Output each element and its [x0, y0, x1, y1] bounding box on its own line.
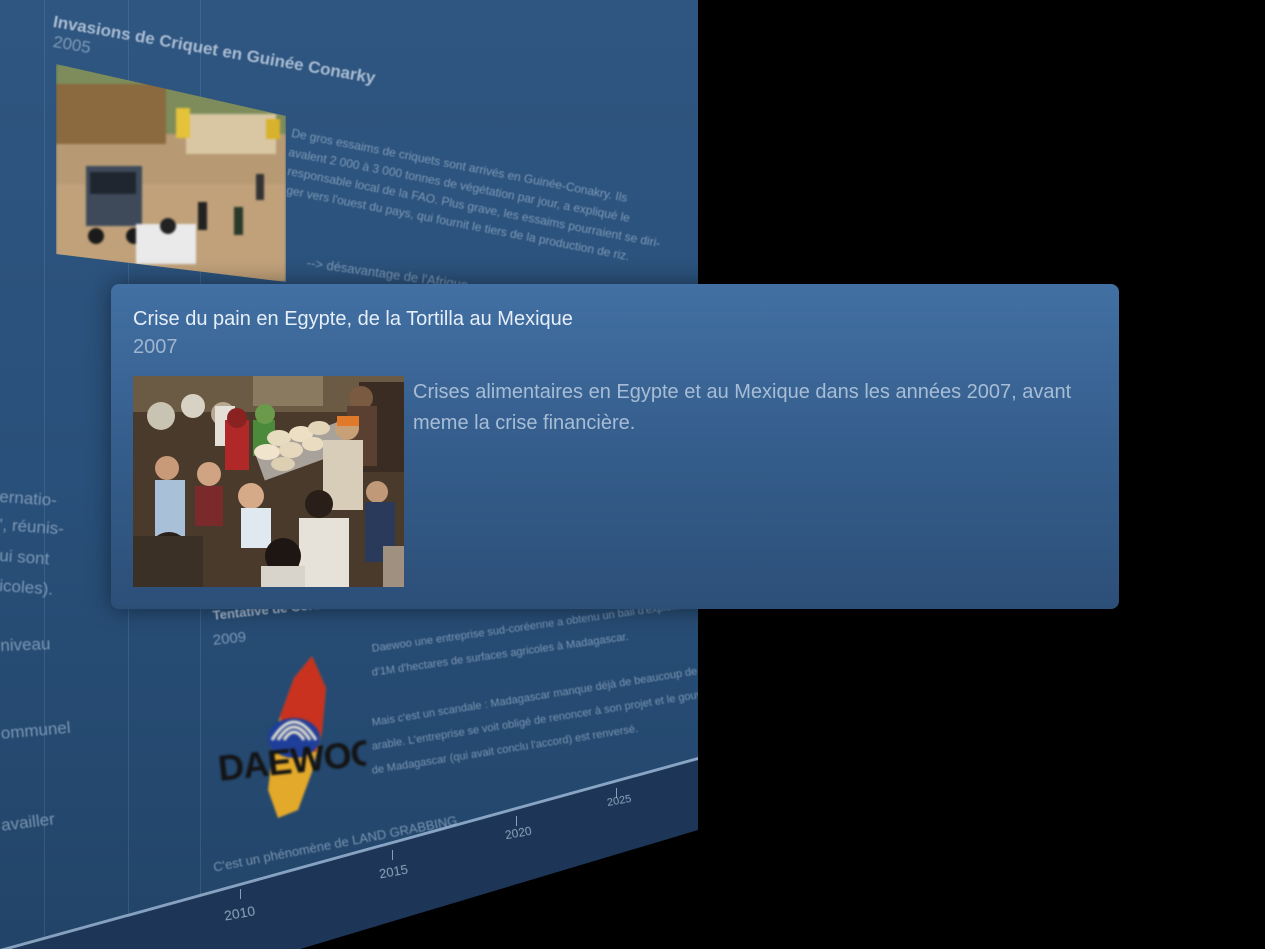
left-text-fragment: availler [0, 809, 56, 835]
left-text-fragment: ommunel [0, 717, 72, 743]
axis-tick [392, 850, 393, 860]
left-text-fragment: niveau [0, 634, 51, 655]
timeline-viewport: Invasions de Criquet en Guinée Conarky 2… [0, 0, 1265, 949]
left-text-fragment: ernatio- [0, 487, 58, 510]
locust-street-image [56, 64, 286, 282]
card-description: Crises alimentaires en Egypte et au Mexi… [413, 381, 1072, 434]
card-year: 2007 [133, 336, 178, 358]
left-text-fragment: ui sont [0, 546, 50, 569]
event-year: 2009 [212, 628, 247, 649]
daewoo-logo: DAEWOO [212, 652, 366, 822]
card-title: Crise du pain en Egypte, de la Tortilla … [133, 308, 573, 330]
left-text-fragment: ', réunis- [0, 515, 65, 539]
bread-crisis-image [133, 376, 404, 587]
crowd-with-bread-photo [133, 376, 404, 587]
panel-column-line [44, 0, 45, 949]
focused-event-card[interactable]: Crise du pain en Egypte, de la Tortilla … [111, 284, 1119, 609]
left-text-fragment: icoles). [0, 576, 54, 599]
axis-tick [240, 889, 241, 899]
axis-tick [516, 816, 517, 826]
locust-street-photo [56, 64, 286, 282]
